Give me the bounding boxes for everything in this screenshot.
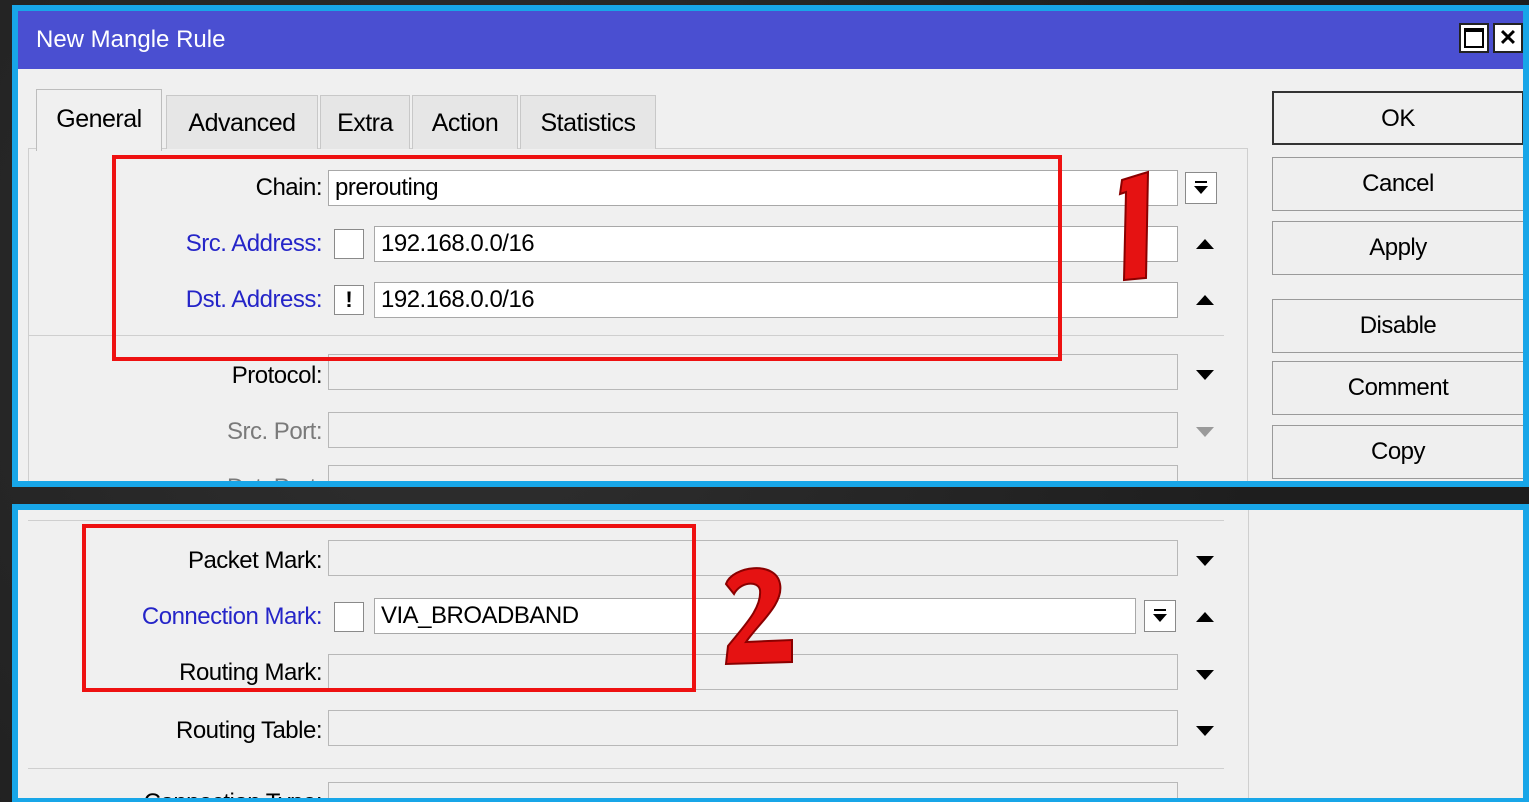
separator [28,520,1224,521]
routing-table-input[interactable] [328,710,1178,746]
annotation-number-2-text: 2 [718,562,798,668]
packet-mark-expand-icon[interactable] [1194,554,1216,568]
connection-type-label: Connection Type: [18,788,323,798]
protocol-expand-icon[interactable] [1194,368,1216,382]
connection-type-expand-icon[interactable] [1194,796,1216,798]
window-title: New Mangle Rule [36,26,226,53]
tab-statistics[interactable]: Statistics [520,95,656,149]
panel-divider [1248,510,1249,798]
tab-action[interactable]: Action [412,95,518,149]
dst-address-collapse-icon[interactable] [1194,293,1216,307]
connection-mark-dropdown-icon[interactable] [1144,600,1176,632]
src-address-collapse-icon[interactable] [1194,237,1216,251]
annotation-number-2: 2 [718,562,798,668]
copy-button[interactable]: Copy [1272,425,1523,479]
annotation-number-1: 1 [1112,168,1160,288]
connection-type-input[interactable] [328,782,1178,798]
routing-table-expand-icon[interactable] [1194,724,1216,738]
annotation-box-1 [112,155,1062,361]
routing-table-label: Routing Table: [176,717,323,744]
dst-port-input[interactable] [328,465,1178,481]
dst-port-label: Dst. Port: [18,473,323,481]
src-port-label: Src. Port: [226,418,323,445]
routing-mark-expand-icon[interactable] [1194,668,1216,682]
connection-mark-collapse-icon[interactable] [1194,610,1216,624]
window-titlebar: New Mangle Rule ✕ [18,11,1523,69]
tab-advanced[interactable]: Advanced [166,95,318,149]
mangle-rule-window-top: New Mangle Rule ✕ General Advanced Extra… [12,5,1529,487]
ok-button[interactable]: OK [1272,91,1523,145]
tab-general[interactable]: General [36,89,162,151]
disable-button[interactable]: Disable [1272,299,1523,353]
src-port-expand-icon[interactable] [1194,425,1216,439]
annotation-number-1-text: 1 [1112,168,1160,288]
dst-port-expand-icon[interactable] [1194,479,1216,481]
close-icon[interactable]: ✕ [1493,23,1523,53]
tab-extra[interactable]: Extra [320,95,410,149]
apply-button[interactable]: Apply [1272,221,1523,275]
separator [28,768,1224,769]
protocol-label: Protocol: [231,362,323,389]
chain-dropdown-icon[interactable] [1185,172,1217,204]
maximize-icon[interactable] [1459,23,1489,53]
cancel-button[interactable]: Cancel [1272,157,1523,211]
src-port-input[interactable] [328,412,1178,448]
comment-button[interactable]: Comment [1272,361,1523,415]
annotation-box-2 [82,524,696,692]
